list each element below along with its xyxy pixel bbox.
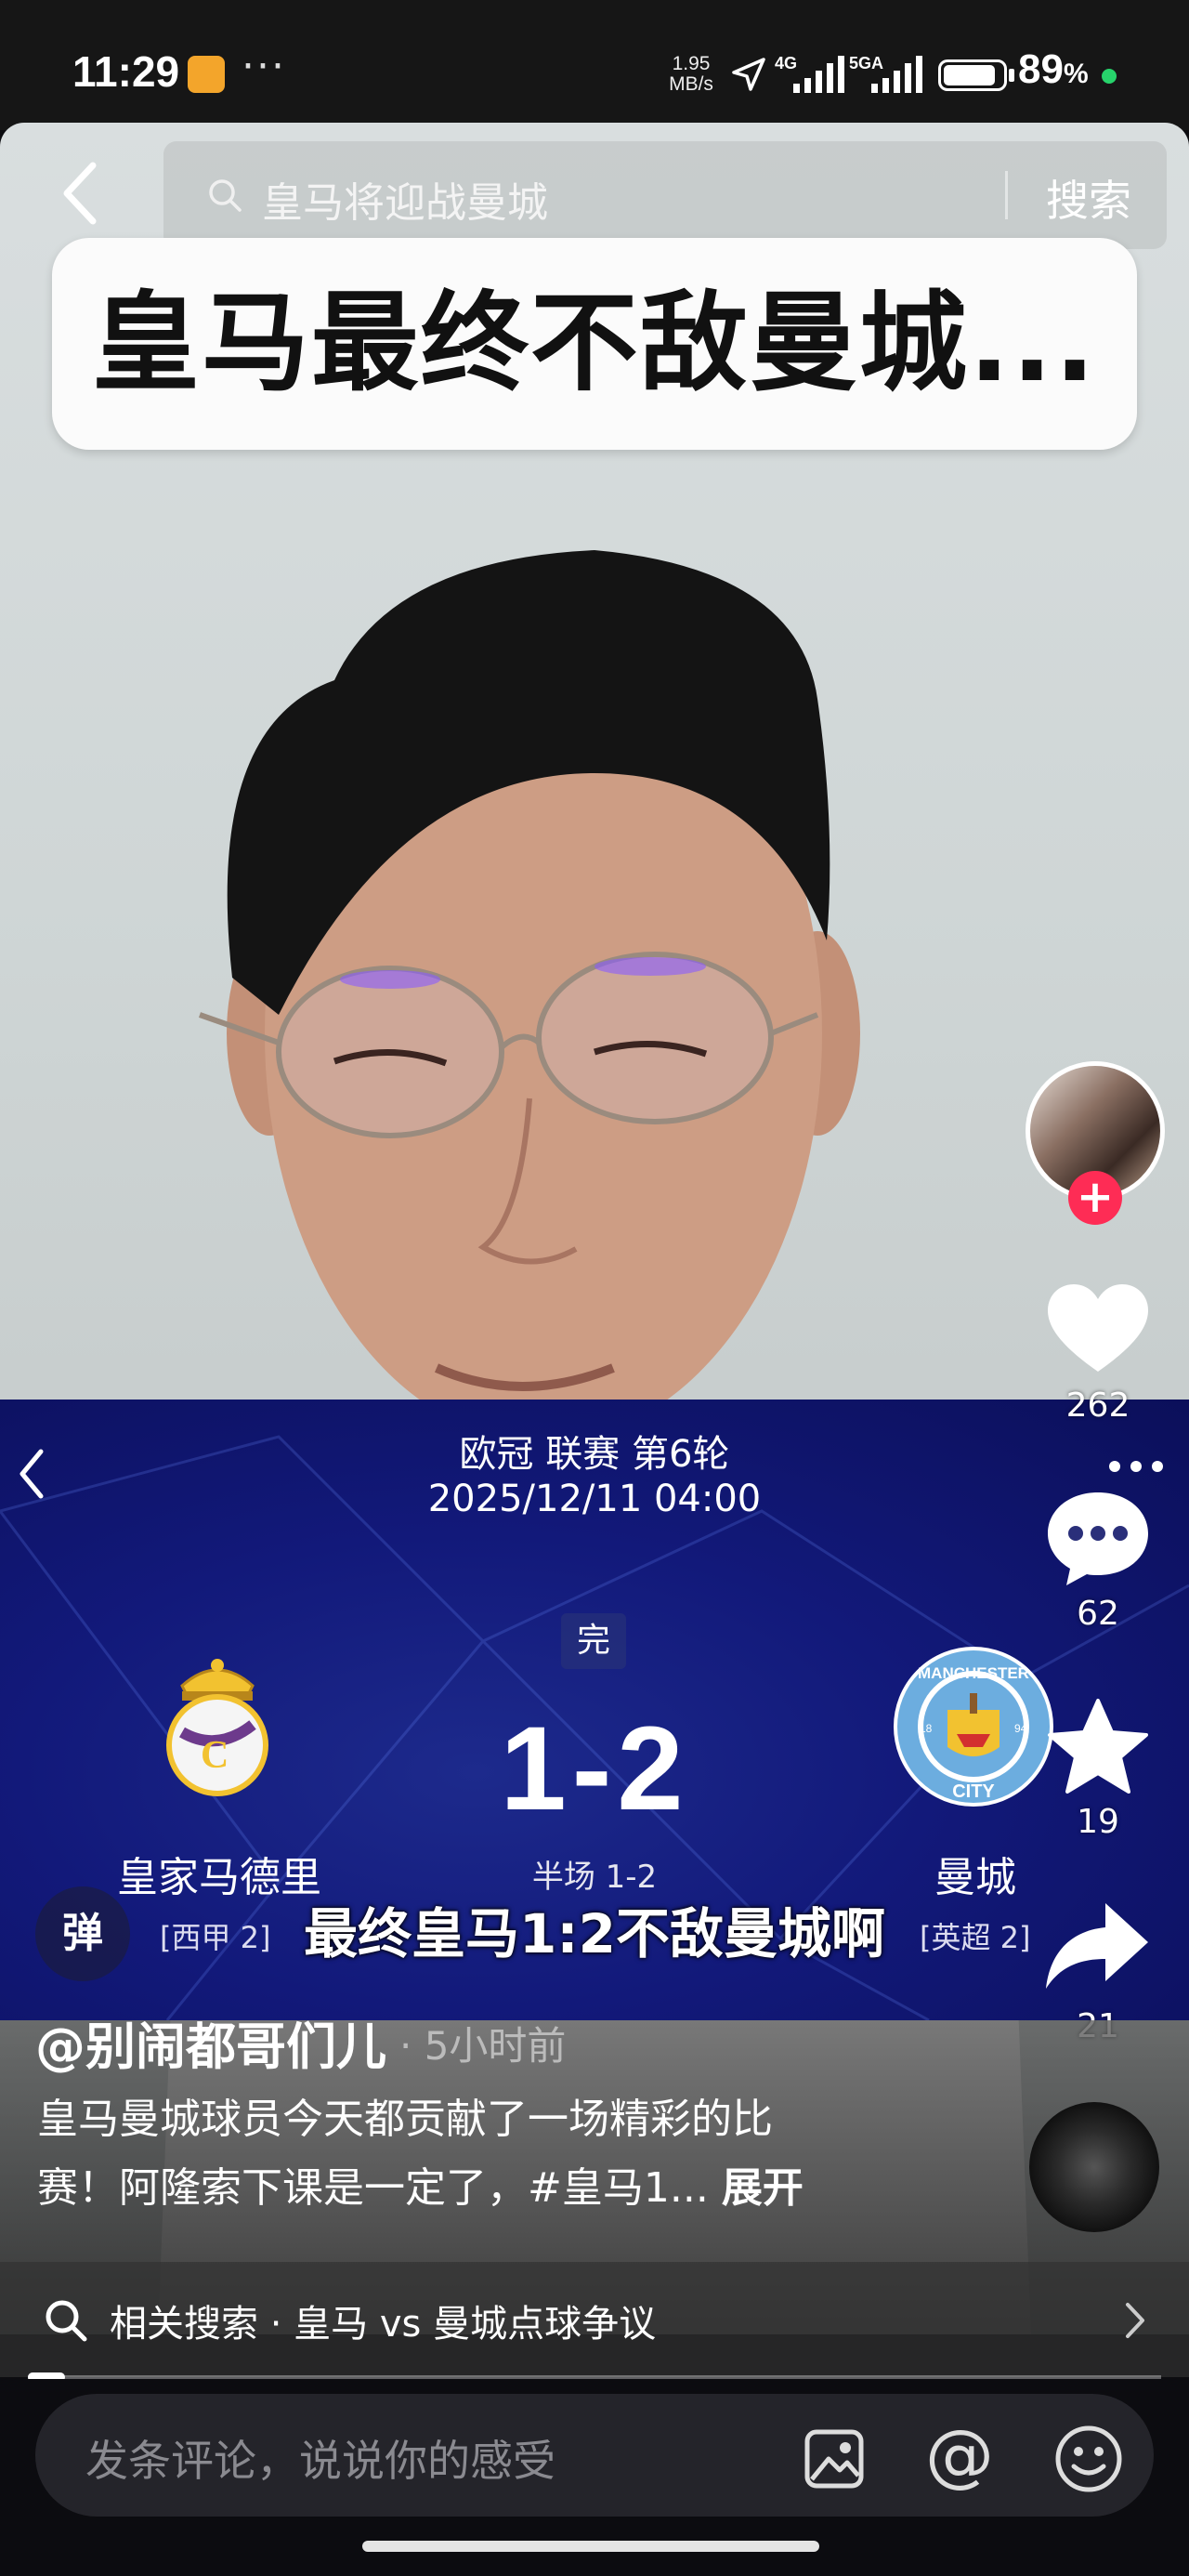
comment-bubble-icon[interactable] — [1042, 1487, 1154, 1589]
image-picker-icon[interactable] — [803, 2427, 866, 2491]
away-crest-top-text: MANCHESTER — [918, 1664, 1029, 1682]
battery-tip — [1009, 69, 1014, 82]
signal-4g-icon: 4G — [775, 54, 844, 93]
battery-percent-value: 89 — [1018, 46, 1064, 92]
match-status-badge: 完 — [561, 1613, 626, 1669]
search-query[interactable]: 皇马将迎战曼城 — [262, 169, 548, 229]
signal-5ga-label: 5GA — [849, 54, 883, 72]
chevron-right-icon[interactable] — [1120, 2299, 1148, 2342]
post-time: · 5小时前 — [399, 2023, 567, 2069]
manchester-city-crest-icon: MANCHESTER CITY 18 94 — [894, 1647, 1053, 1807]
video-subtitle: 最终皇马1:2不敌曼城啊 — [304, 1902, 885, 1965]
signal-4g-label: 4G — [775, 54, 797, 72]
more-options-icon[interactable] — [1105, 1455, 1167, 1478]
search-button[interactable]: 搜索 — [1046, 167, 1131, 229]
related-search-icon — [46, 2300, 87, 2342]
share-arrow-icon[interactable] — [1042, 1896, 1154, 1998]
favorite-count: 19 — [1077, 1803, 1119, 1841]
location-arrow-icon — [732, 58, 765, 91]
away-crest-year-right: 94 — [1014, 1722, 1027, 1735]
favorite-star-icon[interactable] — [1042, 1697, 1154, 1799]
away-crest-bottom-text: CITY — [952, 1781, 995, 1802]
back-chevron-icon[interactable] — [52, 156, 108, 230]
more-notifications-icon: ··· — [242, 43, 286, 90]
author-handle[interactable]: @别闹都哥们儿 — [35, 2005, 386, 2079]
home-indicator[interactable] — [362, 2541, 819, 2552]
search-icon — [209, 179, 242, 212]
comment-count: 62 — [1077, 1595, 1119, 1633]
comment-placeholder[interactable]: 发条评论，说说你的感受 — [85, 2427, 555, 2489]
follow-button[interactable]: + — [1068, 1171, 1122, 1225]
emoji-icon[interactable] — [1053, 2424, 1124, 2494]
privacy-indicator-dot — [1102, 69, 1117, 84]
related-search-text[interactable]: 相关搜索 · 皇马 vs 曼城点球争议 — [110, 2293, 656, 2347]
like-heart-icon[interactable] — [1042, 1279, 1154, 1381]
search-divider — [1005, 171, 1008, 219]
signal-5ga-icon: 5GA — [849, 54, 922, 93]
post-description-text: 赛！阿隆索下课是一定了，#皇马1... — [37, 2164, 709, 2212]
battery-percent-unit: % — [1063, 59, 1089, 89]
status-time: 11:29 — [72, 47, 180, 96]
network-speed-value: 1.95 — [672, 53, 711, 74]
battery-level — [944, 65, 995, 85]
post-description-line1: 皇马曼城球员今天都贡献了一场精彩的比 — [37, 2096, 773, 2143]
away-crest-year-left: 18 — [920, 1722, 933, 1735]
notification-app-icon — [188, 56, 225, 93]
svg-text:C: C — [201, 1734, 229, 1777]
expand-link[interactable]: 展开 — [722, 2164, 804, 2212]
network-speed: 1.95 MB/s — [661, 54, 721, 95]
like-count: 262 — [1065, 1387, 1130, 1425]
network-speed-unit: MB/s — [669, 73, 713, 95]
match-datetime: 2025/12/11 04:00 — [427, 1478, 762, 1520]
mention-at-icon[interactable]: @ — [925, 2418, 994, 2492]
battery-percent: 89% — [1018, 46, 1089, 93]
video-headline: 皇马最终不敌曼城... — [91, 281, 1098, 406]
post-description-line2: 赛！阿隆索下课是一定了，#皇马1... 展开 — [37, 2154, 804, 2214]
music-disc-icon[interactable] — [1029, 2102, 1159, 2232]
real-madrid-crest-icon: C — [166, 1659, 268, 1796]
competition-label: 欧冠 联赛 第6轮 — [459, 1433, 730, 1476]
